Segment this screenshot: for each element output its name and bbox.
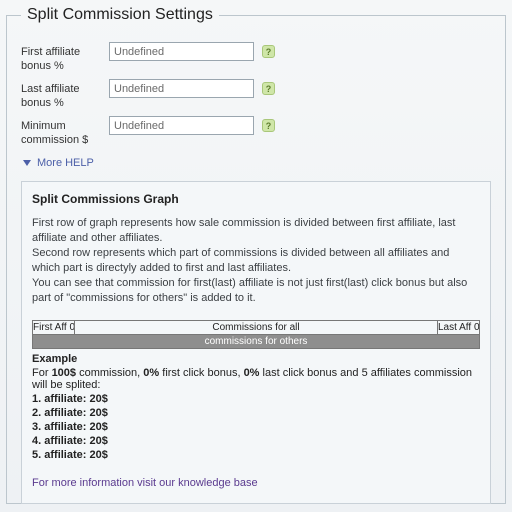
help-icon[interactable]: ? bbox=[262, 45, 275, 58]
list-item: 1. affiliate: 20$ bbox=[32, 393, 480, 405]
graph-panel: Split Commissions Graph First row of gra… bbox=[21, 181, 491, 504]
split-commission-fieldset: Split Commission Settings First affiliat… bbox=[6, 6, 506, 504]
affiliate-list: 1. affiliate: 20$ 2. affiliate: 20$ 3. a… bbox=[32, 393, 480, 461]
more-help-label: More HELP bbox=[37, 157, 94, 169]
more-help-toggle[interactable]: More HELP bbox=[23, 157, 491, 169]
first-bonus-input[interactable] bbox=[109, 42, 254, 61]
cell-last-aff: Last Aff 0 bbox=[438, 321, 480, 335]
last-bonus-input[interactable] bbox=[109, 79, 254, 98]
list-item: 4. affiliate: 20$ bbox=[32, 435, 480, 447]
cell-commissions-all: Commissions for all bbox=[75, 321, 438, 335]
list-item: 2. affiliate: 20$ bbox=[32, 407, 480, 419]
label-last-bonus: Last affiliate bonus % bbox=[21, 79, 109, 110]
fieldset-legend: Split Commission Settings bbox=[21, 6, 219, 24]
label-first-bonus: First affiliate bonus % bbox=[21, 42, 109, 73]
knowledge-base-link[interactable]: For more information visit our knowledge… bbox=[32, 477, 480, 489]
list-item: 3. affiliate: 20$ bbox=[32, 421, 480, 433]
commission-table: First Aff 0 Commissions for all Last Aff… bbox=[32, 320, 480, 349]
row-min-commission: Minimum commission $ ? bbox=[21, 116, 491, 147]
example-line: For 100$ commission, 0% first click bonu… bbox=[32, 367, 480, 391]
panel-text: First row of graph represents how sale c… bbox=[32, 216, 480, 306]
label-min-commission: Minimum commission $ bbox=[21, 116, 109, 147]
chevron-down-icon bbox=[23, 160, 31, 166]
cell-first-aff: First Aff 0 bbox=[33, 321, 75, 335]
row-first-bonus: First affiliate bonus % ? bbox=[21, 42, 491, 73]
panel-title: Split Commissions Graph bbox=[32, 192, 480, 206]
help-icon[interactable]: ? bbox=[262, 82, 275, 95]
help-icon[interactable]: ? bbox=[262, 119, 275, 132]
min-commission-input[interactable] bbox=[109, 116, 254, 135]
list-item: 5. affiliate: 20$ bbox=[32, 449, 480, 461]
example-heading: Example bbox=[32, 353, 480, 365]
cell-commissions-others: commissions for others bbox=[33, 335, 480, 349]
row-last-bonus: Last affiliate bonus % ? bbox=[21, 79, 491, 110]
